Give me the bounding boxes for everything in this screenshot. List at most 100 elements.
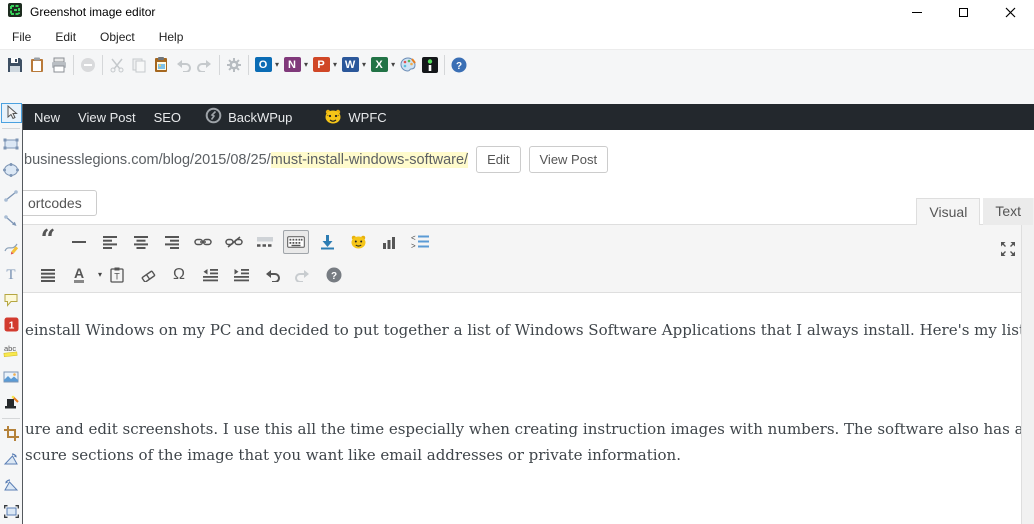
tinymce-toolbar: “ <box>23 224 1022 293</box>
indent-icon <box>228 263 254 287</box>
selection-tool-icon[interactable] <box>1 103 22 124</box>
text-tool-icon[interactable]: T <box>1 263 22 284</box>
insert-link-icon <box>190 230 216 254</box>
svg-text:T: T <box>114 271 120 281</box>
crop-tool-icon[interactable] <box>1 423 22 444</box>
svg-text:1: 1 <box>8 321 14 332</box>
resize-tool-icon[interactable] <box>1 501 22 522</box>
adminbar-view-post: View Post <box>69 110 145 125</box>
send-to-outlook-icon[interactable]: O <box>252 53 274 77</box>
upload-to-imgur-icon[interactable] <box>419 53 441 77</box>
text-color-caret-icon: ▾ <box>98 270 102 279</box>
tab-text: Text <box>983 198 1033 225</box>
dropdown-caret-icon[interactable]: ▾ <box>391 60 395 69</box>
tinymce-toolbar-row1: “ <box>23 225 1021 258</box>
content-paragraph: ure and edit screenshots. I use this all… <box>23 416 1021 468</box>
obfuscate-tool-icon[interactable] <box>1 366 22 387</box>
wpfc-toolbar-icon <box>345 230 371 254</box>
permalink-row: businesslegions.com/blog/2015/08/25/must… <box>24 146 608 173</box>
svg-text:T: T <box>6 267 15 281</box>
save-icon[interactable] <box>4 53 26 77</box>
remove-link-icon <box>221 230 247 254</box>
freehand-tool-icon[interactable] <box>1 237 22 258</box>
send-to-powerpoint-icon[interactable]: P <box>310 53 332 77</box>
tool-sidebar: T 1 abc <box>0 100 22 524</box>
counter-tool-icon[interactable]: 1 <box>1 315 22 336</box>
main-toolbar: O ▾ N ▾ P ▾ W ▾ X ▾ ? <box>0 49 1034 79</box>
dropdown-caret-icon[interactable]: ▾ <box>275 60 279 69</box>
stats-icon <box>376 230 402 254</box>
adminbar-new: New <box>25 110 69 125</box>
rotate-cw-tool-icon[interactable] <box>1 449 22 470</box>
content-line: scure sections of the image that you wan… <box>25 442 1021 468</box>
svg-text:abc: abc <box>4 344 16 353</box>
send-to-word-icon[interactable]: W <box>339 53 361 77</box>
copy-icon <box>128 53 150 77</box>
send-to-excel-icon[interactable]: X <box>368 53 390 77</box>
edit-permalink-button: Edit <box>476 146 520 173</box>
shortcodes-button: ortcodes <box>22 190 97 216</box>
svg-text:>: > <box>411 242 416 250</box>
paste-icon[interactable] <box>150 53 172 77</box>
tinymce-toolbar-row2: A ▾ T Ω ? <box>23 258 1021 291</box>
horizontal-rule-icon <box>66 230 92 254</box>
copy-to-clipboard-icon[interactable] <box>26 53 48 77</box>
outdent-icon <box>197 263 223 287</box>
text-color-icon: A <box>66 263 92 287</box>
line-tool-icon[interactable] <box>1 185 22 206</box>
dropdown-caret-icon[interactable]: ▾ <box>304 60 308 69</box>
window-title: Greenshot image editor <box>30 5 155 19</box>
open-in-paint-icon[interactable] <box>397 53 419 77</box>
adminbar-backwpup: BackWPup <box>196 107 301 127</box>
arrow-tool-icon[interactable] <box>1 211 22 232</box>
send-to-onenote-icon[interactable]: N <box>281 53 303 77</box>
paste-as-text-icon: T <box>104 263 130 287</box>
menu-edit[interactable]: Edit <box>45 26 86 48</box>
greenshot-logo-icon <box>8 3 22 22</box>
justify-icon <box>35 263 61 287</box>
settings-gear-icon[interactable] <box>223 53 245 77</box>
backwpup-globe-icon <box>205 107 222 127</box>
rectangle-tool-icon[interactable] <box>1 133 22 154</box>
print-icon[interactable] <box>48 53 70 77</box>
undo-mce-icon <box>259 263 285 287</box>
speechbubble-tool-icon[interactable] <box>1 289 22 310</box>
menu-file[interactable]: File <box>2 26 41 48</box>
blockquote-icon: “ <box>35 230 61 254</box>
minimize-icon[interactable] <box>893 0 940 24</box>
content-line: ure and edit screenshots. I use this all… <box>25 416 1021 442</box>
delete-icon <box>77 53 99 77</box>
adminbar-seo: SEO <box>145 110 190 125</box>
permalink-slug: must-install-windows-software/ <box>271 152 468 168</box>
close-icon[interactable] <box>987 0 1034 24</box>
clear-formatting-icon <box>135 263 161 287</box>
maximize-icon[interactable] <box>940 0 987 24</box>
post-content: einstall Windows on my PC and decided to… <box>23 293 1022 524</box>
effects-tool-icon[interactable] <box>1 392 22 413</box>
svg-text:?: ? <box>331 271 337 282</box>
wpfc-tiger-icon <box>324 108 342 127</box>
editor-canvas[interactable]: New View Post SEO BackWPup WPFC business… <box>22 104 1034 524</box>
editor-mode-tabs: Visual Text <box>916 198 1033 225</box>
menu-help[interactable]: Help <box>149 26 194 48</box>
editor-help-icon: ? <box>321 263 347 287</box>
align-right-icon <box>159 230 185 254</box>
toolbar-toggle-icon <box>283 230 309 254</box>
read-more-tag-icon <box>252 230 278 254</box>
dropdown-caret-icon[interactable]: ▾ <box>333 60 337 69</box>
distraction-free-icon <box>1000 241 1016 262</box>
rotate-ccw-tool-icon[interactable] <box>1 475 22 496</box>
ellipse-tool-icon[interactable] <box>1 159 22 180</box>
cut-icon <box>106 53 128 77</box>
special-character-icon: Ω <box>166 263 192 287</box>
align-left-icon <box>97 230 123 254</box>
highlight-tool-icon[interactable]: abc <box>1 340 22 361</box>
dropdown-caret-icon[interactable]: ▾ <box>362 60 366 69</box>
menu-object[interactable]: Object <box>90 26 145 48</box>
permalink-base: businesslegions.com/blog/2015/08/25/ <box>24 152 271 168</box>
window-controls <box>893 0 1034 24</box>
align-center-icon <box>128 230 154 254</box>
help-icon[interactable]: ? <box>448 53 470 77</box>
adminbar-wpfc: WPFC <box>315 108 395 127</box>
svg-text:?: ? <box>456 61 462 72</box>
